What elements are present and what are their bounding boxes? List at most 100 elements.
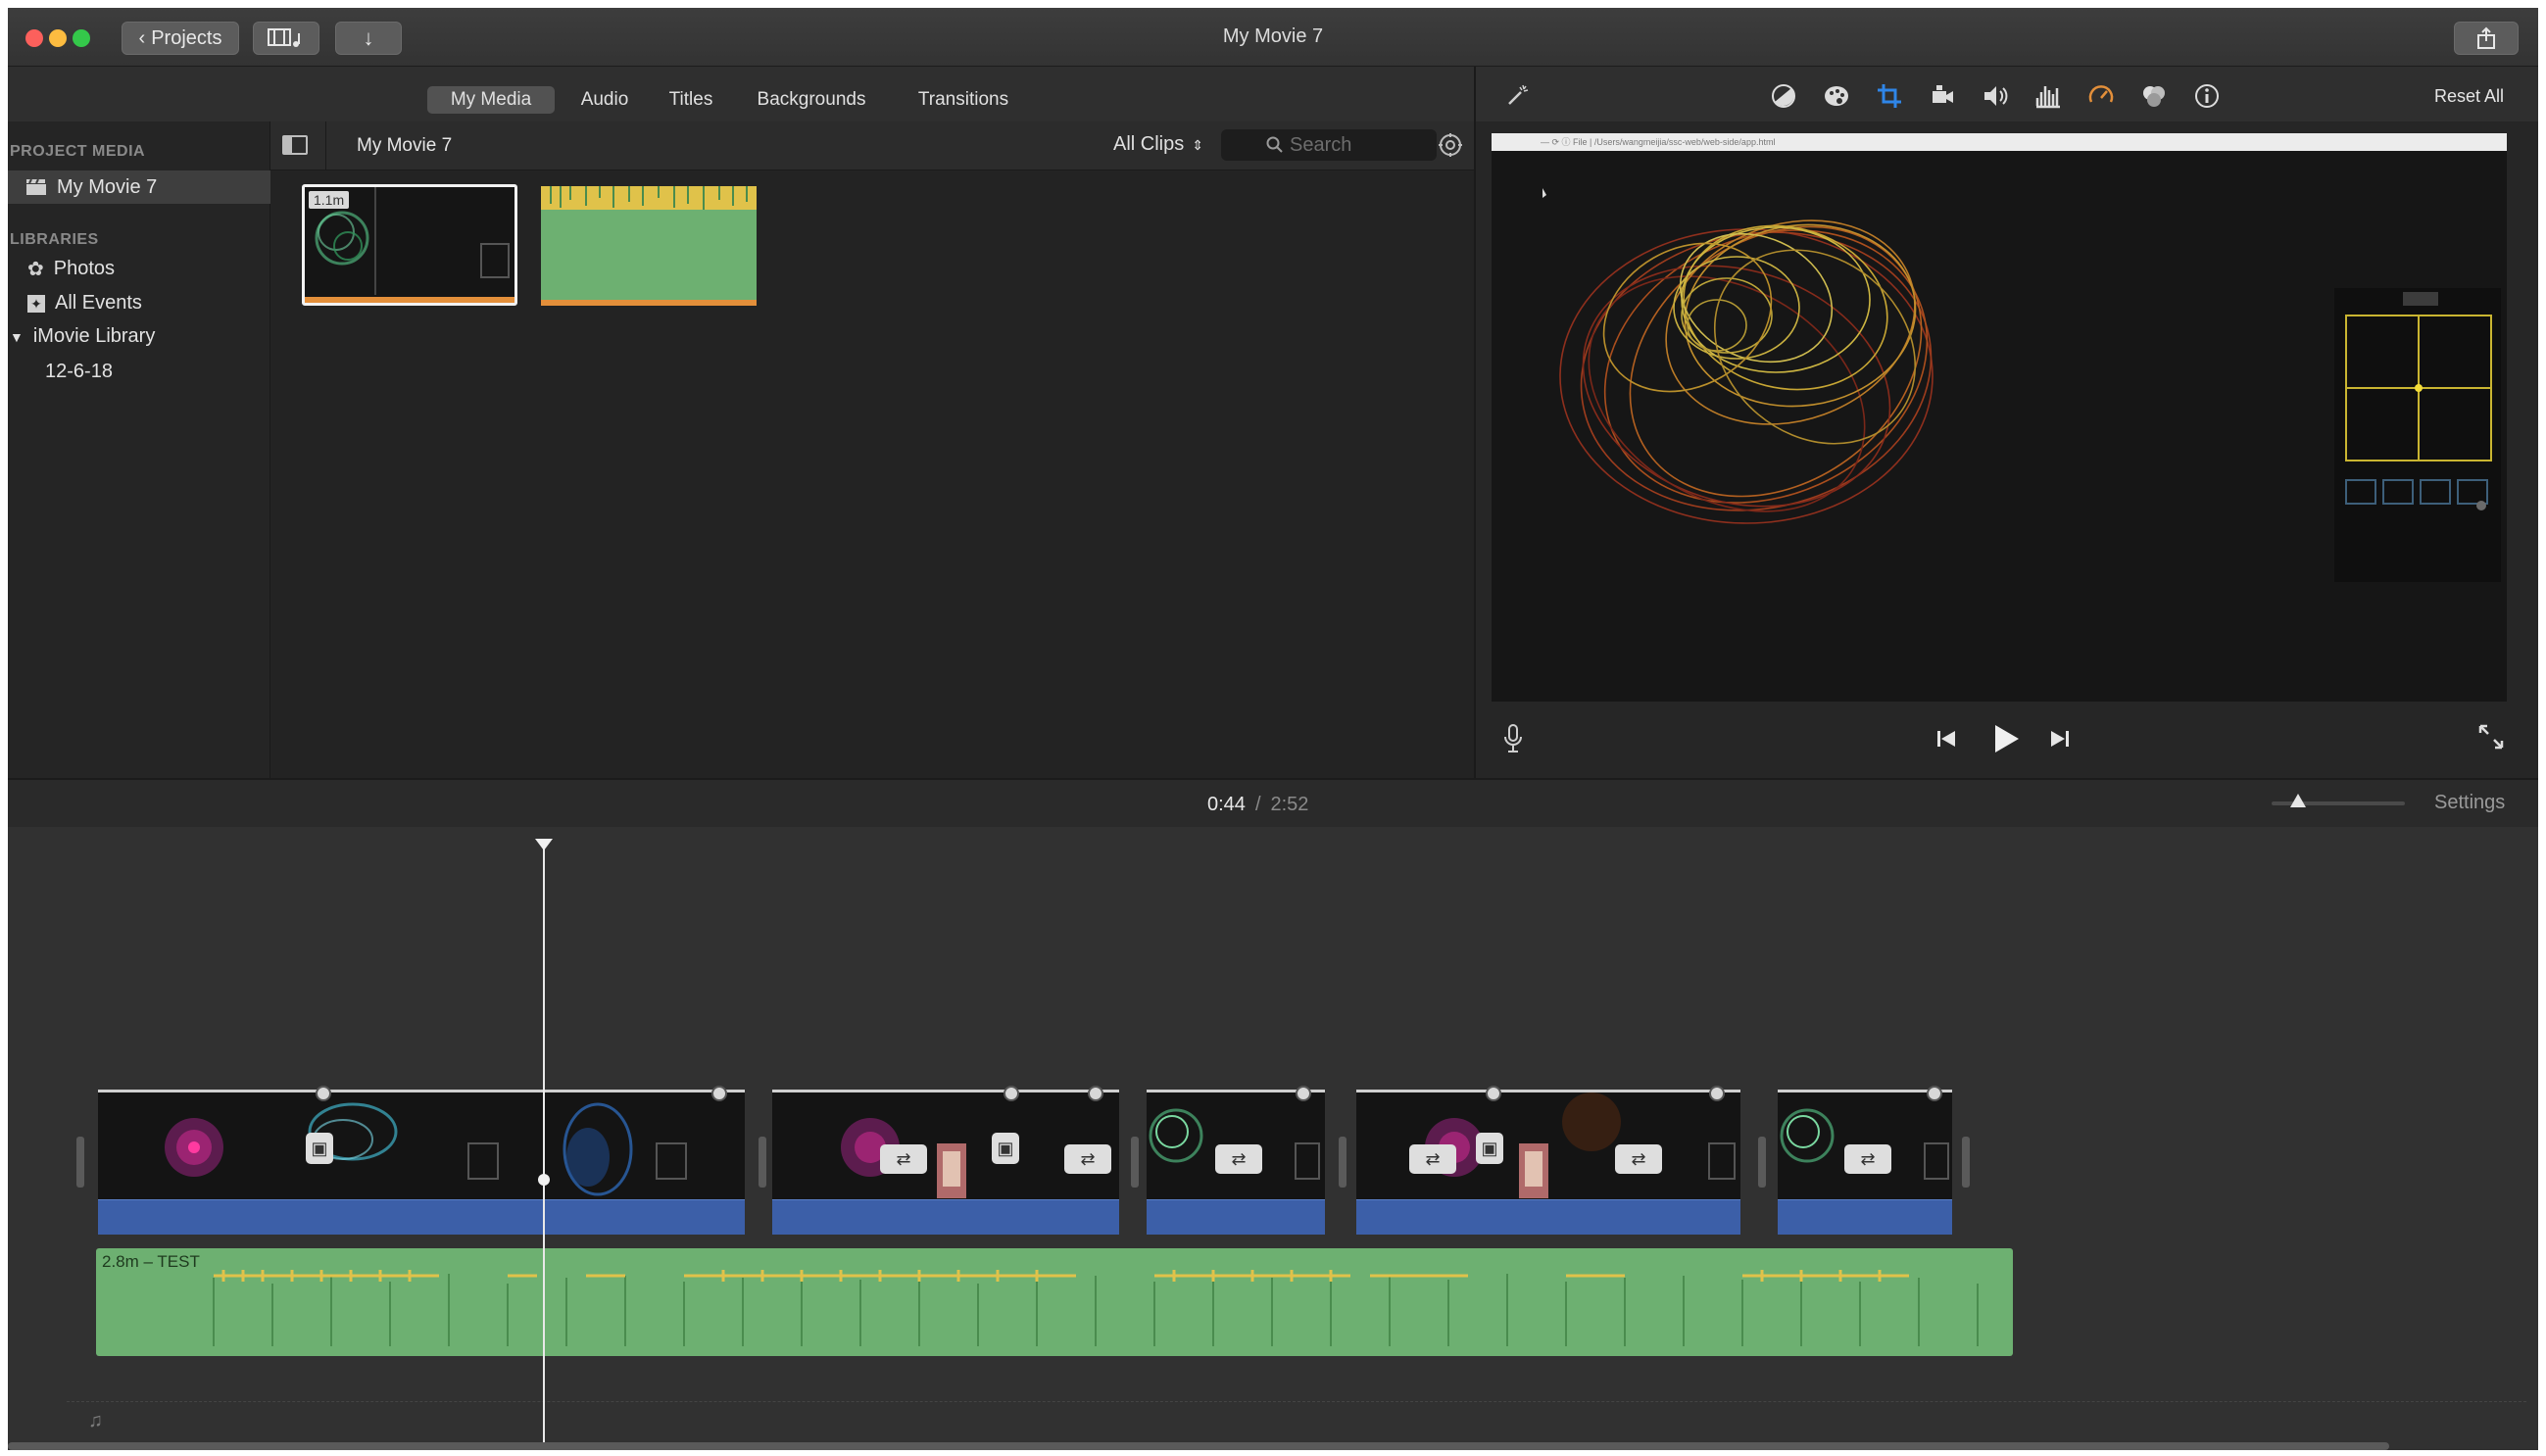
current-time: 0:44	[1207, 794, 1246, 815]
magic-wand-icon[interactable]	[1503, 82, 1531, 110]
transition-knob[interactable]	[1296, 1086, 1311, 1101]
speed-icon[interactable]	[2087, 82, 2115, 110]
timeline-clip[interactable]: ⇄ ▣ ⇄	[1356, 1086, 1740, 1237]
search-icon	[1266, 136, 1283, 153]
share-icon	[2477, 26, 2495, 49]
sidebar-item-all-events[interactable]: ✦ All Events	[27, 292, 142, 315]
photo-frame-icon[interactable]: ▣	[1476, 1133, 1503, 1164]
timeline: ▣ ⇄ ▣ ⇄ ⇄ ⇄ ▣ ⇄ ⇄ 2.8m – TEST ♫	[8, 827, 2538, 1450]
photos-flower-icon: ✿	[27, 259, 44, 280]
timeline-clip[interactable]: ▣	[98, 1086, 745, 1237]
reset-all-button[interactable]: Reset All	[2434, 86, 2504, 107]
media-clip-video[interactable]: 1.1m	[302, 184, 517, 306]
audio-waveform-strip	[541, 186, 757, 210]
clip-edge-handle[interactable]	[1758, 1137, 1766, 1188]
adjustment-toolbar: Reset All	[1476, 67, 2538, 121]
color-correction-icon[interactable]	[1823, 82, 1850, 110]
skip-back-icon[interactable]	[1934, 727, 1958, 751]
timecode: 0:44 / 2:52	[1207, 794, 1308, 816]
microphone-icon[interactable]	[1501, 723, 1525, 754]
timeline-settings-button[interactable]: Settings	[2434, 792, 2505, 814]
transition-knob[interactable]	[1927, 1086, 1942, 1101]
sidebar-panel-icon	[284, 137, 292, 153]
clapperboard-icon	[26, 178, 46, 195]
photo-frame-icon[interactable]: ▣	[992, 1133, 1019, 1164]
transition-knob[interactable]	[711, 1086, 727, 1101]
clip-edge-handle[interactable]	[1131, 1137, 1139, 1188]
transition-icon[interactable]: ⇄	[1064, 1144, 1111, 1174]
gear-icon[interactable]	[1437, 131, 1464, 159]
noise-reduction-icon[interactable]	[2034, 82, 2062, 110]
tab-titles[interactable]: Titles	[659, 86, 723, 114]
music-note-icon: ♫	[88, 1410, 103, 1432]
media-clip-audio[interactable]	[541, 186, 757, 306]
crop-icon[interactable]	[1876, 82, 1903, 110]
timeline-scrollbar[interactable]	[8, 1442, 2389, 1450]
clip-edge-handle[interactable]	[759, 1137, 766, 1188]
play-icon[interactable]	[1991, 723, 2021, 754]
sidebar-item-event[interactable]: 12-6-18	[45, 361, 113, 383]
tab-backgrounds[interactable]: Backgrounds	[743, 86, 880, 114]
video-frame	[1542, 188, 2501, 582]
music-clip[interactable]: 2.8m – TEST	[96, 1248, 2013, 1356]
toggle-sidebar-button[interactable]	[282, 135, 308, 155]
zoom-slider-thumb[interactable]	[2290, 794, 2307, 807]
timeline-clip[interactable]: ⇄	[1147, 1086, 1325, 1237]
transition-knob[interactable]	[1004, 1086, 1019, 1101]
video-browser-chrome: — ⟳ ⓘ File | /Users/wangmeijia/ssc-web/w…	[1492, 133, 2507, 151]
clip-filter-icon[interactable]	[2140, 82, 2168, 110]
time-separator: /	[1254, 794, 1261, 815]
transition-icon[interactable]: ⇄	[1844, 1144, 1891, 1174]
imovie-window: ‹ Projects ↓ My Movie 7 My Media Audio T…	[8, 8, 2538, 1450]
transition-icon[interactable]: ⇄	[1409, 1144, 1456, 1174]
transition-icon[interactable]: ⇄	[880, 1144, 927, 1174]
clip-edge-handle[interactable]	[76, 1137, 84, 1188]
clip-audio-strip	[1778, 1199, 1952, 1235]
clip-thumbnail	[98, 1090, 745, 1199]
stabilization-icon[interactable]	[1929, 82, 1956, 110]
sidebar-item-label: Photos	[53, 258, 116, 279]
transition-knob[interactable]	[316, 1086, 331, 1101]
transition-knob[interactable]	[1486, 1086, 1501, 1101]
libraries-sidebar: PROJECT MEDIA My Movie 7 LIBRARIES ✿ Pho…	[8, 121, 270, 778]
photo-frame-icon[interactable]: ▣	[306, 1133, 333, 1164]
dropdown-value: All Clips	[1113, 133, 1185, 155]
media-browser: My Media Audio Titles Backgrounds Transi…	[8, 67, 1474, 778]
libraries-heading: LIBRARIES	[10, 231, 99, 248]
playhead-handle[interactable]	[535, 839, 553, 850]
playhead-clip-marker	[538, 1174, 550, 1186]
timeline-clip[interactable]: ⇄ ▣ ⇄	[772, 1086, 1119, 1237]
fullscreen-icon[interactable]	[2477, 723, 2505, 751]
tab-transitions[interactable]: Transitions	[900, 86, 1027, 114]
background-music-well[interactable]: ♫	[67, 1401, 2526, 1442]
all-clips-dropdown[interactable]: All Clips ⇕	[1113, 133, 1203, 156]
tab-my-media[interactable]: My Media	[427, 86, 555, 114]
tab-audio[interactable]: Audio	[570, 86, 639, 114]
volume-icon[interactable]	[1982, 82, 2009, 110]
transition-knob[interactable]	[1088, 1086, 1103, 1101]
zoom-slider[interactable]	[2272, 794, 2405, 807]
timeline-clip[interactable]: ⇄	[1778, 1086, 1952, 1237]
project-media-heading: PROJECT MEDIA	[10, 143, 146, 160]
clip-edge-handle[interactable]	[1962, 1137, 1970, 1188]
info-icon[interactable]	[2193, 82, 2221, 110]
transition-knob[interactable]	[1709, 1086, 1725, 1101]
clip-frames	[165, 1102, 687, 1196]
skip-forward-icon[interactable]	[2048, 727, 2072, 751]
sidebar-item-photos[interactable]: ✿ Photos	[27, 257, 115, 281]
transition-icon[interactable]: ⇄	[1615, 1144, 1662, 1174]
search-field[interactable]: Search	[1221, 129, 1437, 161]
viewer-pane: Reset All — ⟳ ⓘ File | /Users/wangmeijia…	[1474, 67, 2538, 778]
sidebar-item-my-movie[interactable]: My Movie 7	[8, 170, 270, 204]
window-title: My Movie 7	[1222, 25, 1324, 47]
share-button[interactable]	[2454, 22, 2519, 55]
transition-icon[interactable]: ⇄	[1215, 1144, 1262, 1174]
clip-used-bar	[305, 297, 514, 303]
video-preview[interactable]: — ⟳ ⓘ File | /Users/wangmeijia/ssc-web/w…	[1492, 133, 2507, 702]
sidebar-item-label: iMovie Library	[32, 325, 156, 347]
sidebar-item-imovie-library[interactable]: ▼ iMovie Library	[10, 325, 155, 348]
clip-edge-handle[interactable]	[1339, 1137, 1346, 1188]
color-balance-icon[interactable]	[1770, 82, 1797, 110]
playhead[interactable]	[535, 839, 553, 1450]
clip-audio-strip	[1356, 1199, 1740, 1235]
